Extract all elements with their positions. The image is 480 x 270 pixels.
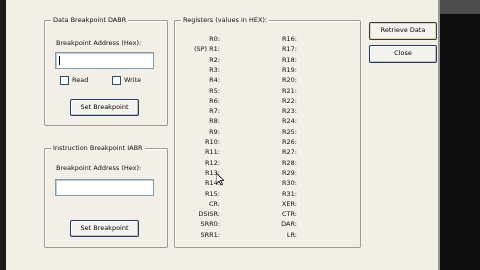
read-label: Read xyxy=(72,76,89,84)
read-checkbox[interactable] xyxy=(60,76,69,85)
register-label: SRR0: xyxy=(200,220,220,229)
data-address-label: Breakpoint Address (Hex): xyxy=(56,39,142,47)
register-label: R18: xyxy=(282,55,297,64)
register-label: LR: xyxy=(286,230,297,239)
instruction-address-label: Breakpoint Address (Hex): xyxy=(56,164,142,172)
register-label: R0: xyxy=(209,35,220,43)
instruction-address-input[interactable] xyxy=(55,179,154,196)
register-label: DAR: xyxy=(281,220,297,229)
mouse-cursor-icon xyxy=(216,173,224,186)
register-label: R4: xyxy=(209,76,220,85)
register-label: XER: xyxy=(281,199,297,208)
set-data-breakpoint-button[interactable]: Set Breakpoint xyxy=(70,99,139,116)
register-label: R12: xyxy=(205,158,220,167)
register-label: R23: xyxy=(282,107,297,116)
instruction-breakpoint-legend: Instruction Breakpoint IABR xyxy=(51,144,145,153)
register-label: R25: xyxy=(282,127,297,136)
write-label: Write xyxy=(124,76,142,84)
register-label: CR: xyxy=(208,199,220,208)
register-label: R5: xyxy=(209,86,220,95)
register-label: R2: xyxy=(209,55,220,64)
register-label: R10: xyxy=(205,138,220,146)
right-edge-cap xyxy=(440,0,480,14)
register-label: R22: xyxy=(282,96,297,105)
register-label: R20: xyxy=(282,76,297,85)
close-button[interactable]: Close xyxy=(369,45,437,63)
register-label: R28: xyxy=(282,158,297,167)
data-breakpoint-legend: Data Breakpoint DABR xyxy=(51,16,129,25)
registers-legend: Registers (values in HEX): xyxy=(181,16,270,25)
register-label: SRR1: xyxy=(200,230,220,239)
register-label: R15: xyxy=(205,189,220,198)
register-label: R24: xyxy=(282,117,297,126)
register-label: R26: xyxy=(282,138,297,146)
register-label: CTR: xyxy=(281,210,297,219)
register-label: R6: xyxy=(209,96,220,105)
register-label: R31: xyxy=(282,189,297,198)
register-label: R7: xyxy=(209,107,220,116)
register-label: R19: xyxy=(282,65,297,74)
register-label: DSISR: xyxy=(198,210,220,219)
write-checkbox[interactable] xyxy=(112,76,121,85)
register-label: R8: xyxy=(209,117,220,126)
left-screen-edge xyxy=(0,0,6,270)
register-label: R17: xyxy=(282,45,297,54)
right-screen-edge xyxy=(440,0,480,270)
instruction-breakpoint-group: Instruction Breakpoint IABR Breakpoint A… xyxy=(44,144,168,248)
text-caret xyxy=(59,56,60,65)
retrieve-data-button[interactable]: Retrieve Data xyxy=(369,22,437,40)
register-label: R27: xyxy=(282,148,297,157)
registers-group: Registers (values in HEX): R0: (SP) R1: R2… xyxy=(174,16,361,248)
data-address-input[interactable] xyxy=(55,52,154,69)
register-label: R11: xyxy=(205,148,220,157)
register-label: R3: xyxy=(209,65,220,74)
data-breakpoint-group: Data Breakpoint DABR Breakpoint Address … xyxy=(44,16,168,126)
register-label: R16: xyxy=(282,35,297,43)
register-label: R21: xyxy=(282,86,297,95)
set-instruction-breakpoint-button[interactable]: Set Breakpoint xyxy=(70,220,139,237)
register-label: R9: xyxy=(209,127,220,136)
register-label: R29: xyxy=(282,168,297,177)
register-label: R30: xyxy=(282,179,297,188)
register-label: (SP) R1: xyxy=(193,45,220,54)
